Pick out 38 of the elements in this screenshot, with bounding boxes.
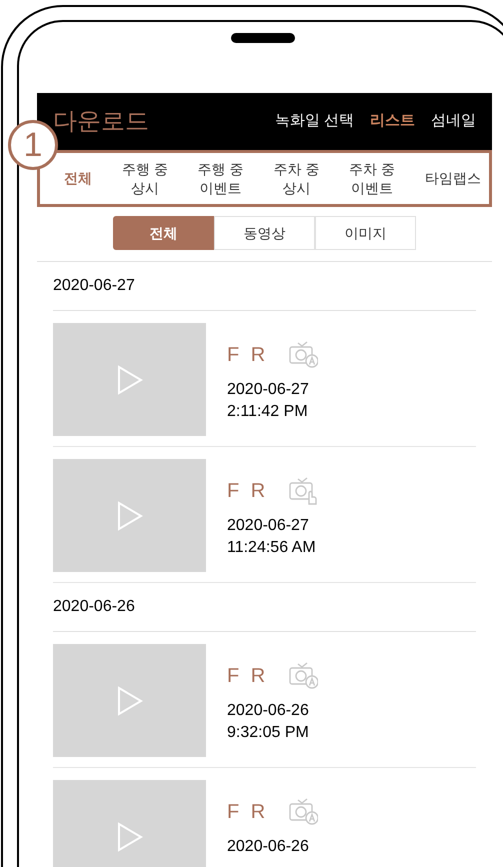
category-tab[interactable]: 주차 중 상시: [269, 160, 324, 198]
play-icon: [116, 686, 142, 716]
channel-label: F R: [227, 800, 268, 825]
play-icon: [116, 364, 142, 394]
view-tab[interactable]: 리스트: [370, 110, 415, 133]
camera-a-icon: [288, 661, 318, 691]
recording-time: 11:24:56 AM: [227, 538, 317, 558]
recording-date: 2020-06-26: [227, 837, 310, 857]
speaker-slot: [231, 33, 295, 43]
video-thumbnail[interactable]: [53, 780, 206, 867]
camera-a-icon: [288, 797, 318, 827]
play-icon: [116, 822, 142, 852]
filter-segment[interactable]: 이미지: [315, 216, 416, 250]
recording-date: 2020-06-27: [227, 380, 310, 400]
channel-label: F R: [227, 479, 268, 504]
filter-segment[interactable]: 전체: [113, 216, 214, 250]
category-tab[interactable]: 주행 중 이벤트: [194, 160, 248, 198]
recording-date: 2020-06-26: [227, 701, 310, 721]
video-thumbnail[interactable]: [53, 459, 206, 572]
category-tab[interactable]: 주차 중 이벤트: [345, 160, 400, 198]
category-tab[interactable]: 전체: [60, 169, 96, 188]
channel-label: F R: [227, 343, 268, 368]
view-tab[interactable]: 녹화일 선택: [274, 110, 354, 133]
category-tab[interactable]: 타임랩스: [420, 169, 485, 188]
recording-date: 2020-06-27: [227, 516, 310, 536]
camera-hand-icon: [288, 476, 318, 506]
category-tab[interactable]: 주행 중 상시: [118, 160, 172, 198]
recording-time: 9:32:05 PM: [227, 723, 310, 743]
video-thumbnail[interactable]: [53, 644, 206, 757]
recording-time: 2:11:42 PM: [227, 402, 309, 422]
view-tab[interactable]: 섬네일: [431, 110, 476, 133]
filter-segment[interactable]: 동영상: [214, 216, 315, 250]
date-heading: 2020-06-27: [53, 276, 135, 296]
play-icon: [116, 500, 142, 530]
camera-a-icon: [288, 340, 318, 370]
video-thumbnail[interactable]: [53, 323, 206, 436]
date-heading: 2020-06-26: [53, 597, 135, 617]
channel-label: F R: [227, 664, 268, 689]
